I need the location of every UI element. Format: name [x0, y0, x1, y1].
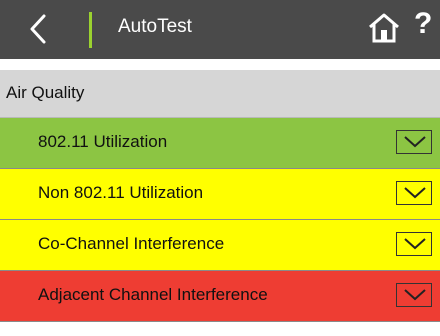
- chevron-down-icon: [404, 136, 426, 148]
- help-icon: ?: [414, 7, 433, 40]
- list-item[interactable]: 802.11 Utilization: [0, 118, 440, 169]
- list-item-label: Non 802.11 Utilization: [38, 183, 204, 202]
- list-item[interactable]: Adjacent Channel Interference: [0, 271, 440, 322]
- top-bar: AutoTest ?: [0, 0, 440, 59]
- spacer: [0, 59, 440, 70]
- list-item-label: Co-Channel Interference: [38, 234, 225, 253]
- expand-button[interactable]: [396, 130, 432, 154]
- back-arrow-icon: [30, 14, 46, 44]
- expand-button[interactable]: [396, 232, 432, 256]
- section-header: Air Quality: [0, 70, 440, 118]
- page-title: AutoTest: [118, 16, 192, 37]
- chevron-down-icon: [404, 289, 426, 301]
- chevron-down-icon: [404, 238, 426, 250]
- section-title: Air Quality: [6, 83, 85, 102]
- list-item-label: 802.11 Utilization: [38, 132, 168, 151]
- list-item[interactable]: Non 802.11 Utilization: [0, 169, 440, 220]
- expand-button[interactable]: [396, 283, 432, 307]
- help-button[interactable]: ?: [414, 7, 432, 41]
- expand-button[interactable]: [396, 181, 432, 205]
- home-button[interactable]: [366, 10, 402, 46]
- list-item[interactable]: Co-Channel Interference: [0, 220, 440, 271]
- chevron-down-icon: [404, 187, 426, 199]
- list-item-label: Adjacent Channel Interference: [38, 285, 268, 304]
- home-icon: [369, 13, 399, 43]
- header-divider: [89, 12, 92, 48]
- back-button[interactable]: [22, 10, 62, 48]
